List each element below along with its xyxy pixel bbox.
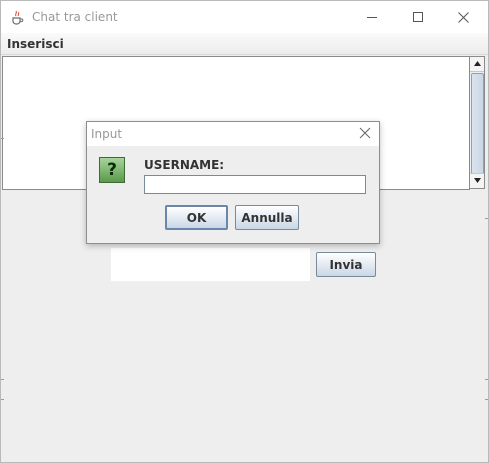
dialog-title: Input xyxy=(91,127,123,141)
java-cup-icon xyxy=(12,10,24,25)
question-icon: ? xyxy=(99,157,125,183)
minimize-button[interactable] xyxy=(349,1,395,33)
arrow-up-icon xyxy=(473,61,481,66)
scroll-thumb[interactable] xyxy=(471,73,484,174)
dialog-title-bar[interactable]: Input xyxy=(87,122,379,146)
question-mark-glyph: ? xyxy=(107,160,117,180)
scroll-up-button[interactable] xyxy=(470,57,484,72)
maximize-icon xyxy=(413,12,423,22)
cancel-button[interactable]: Annulla xyxy=(235,205,299,230)
username-field[interactable] xyxy=(144,175,366,194)
panel-edge-mark xyxy=(485,379,488,380)
window-title: Chat tra client xyxy=(32,10,118,24)
title-bar[interactable]: Chat tra client xyxy=(1,1,488,33)
message-input[interactable] xyxy=(111,248,310,281)
username-label: USERNAME: xyxy=(144,158,225,172)
panel-edge-mark xyxy=(1,399,4,400)
maximize-button[interactable] xyxy=(395,1,441,33)
panel-edge-mark xyxy=(485,218,488,219)
arrow-down-icon xyxy=(473,178,481,183)
panel-edge-mark xyxy=(1,379,4,380)
minimize-icon xyxy=(367,17,377,18)
scroll-down-button[interactable] xyxy=(470,173,484,188)
input-dialog: Input ? USERNAME: OK Annulla xyxy=(86,121,380,244)
menu-bar: Inserisci xyxy=(1,33,488,55)
close-icon[interactable] xyxy=(359,127,371,139)
send-button[interactable]: Invia xyxy=(316,252,376,277)
close-button[interactable] xyxy=(440,1,486,33)
chat-scrollbar[interactable] xyxy=(469,56,485,189)
panel-edge-mark xyxy=(485,399,488,400)
menu-inserisci[interactable]: Inserisci xyxy=(7,37,64,51)
panel-edge-mark xyxy=(1,138,4,139)
ok-button[interactable]: OK xyxy=(165,205,228,230)
main-window: Chat tra client Inserisci Invia Input ? … xyxy=(0,0,489,463)
close-icon xyxy=(457,11,469,23)
